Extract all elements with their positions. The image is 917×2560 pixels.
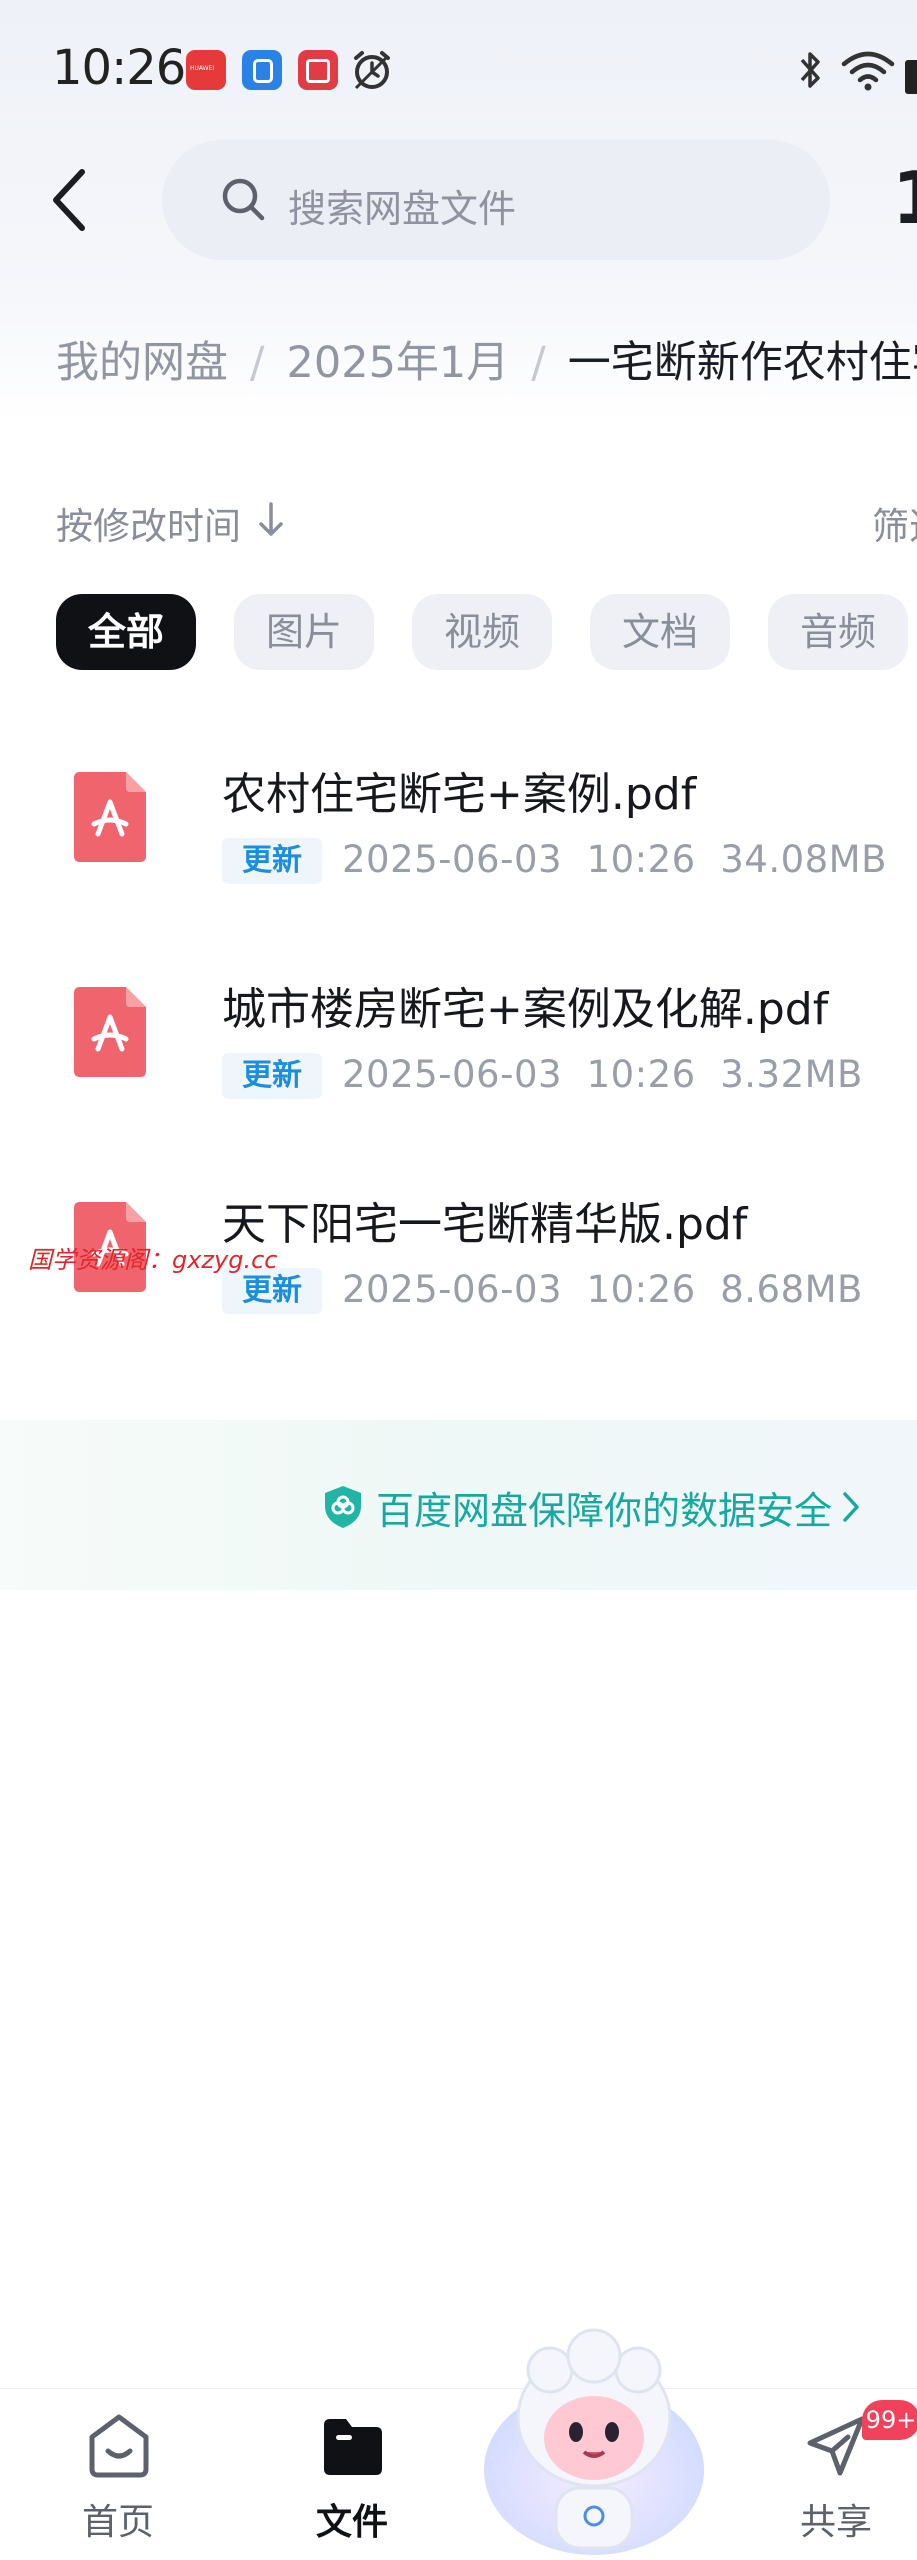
red-app-icon [298, 50, 338, 90]
file-browser-screen: 10:26 HUAWEI 搜索网盘文件 1 我 [0, 0, 917, 2560]
nav-label: 首页 [81, 2502, 154, 2543]
pdf-icon [74, 772, 146, 862]
mascot-assistant-button[interactable] [478, 2320, 710, 2560]
back-button[interactable] [42, 160, 102, 240]
breadcrumb-folder[interactable]: 2025年1月 [287, 338, 510, 388]
bottom-nav: 首页 文件 共享 [0, 2388, 917, 2560]
file-date: 2025-06-03 [342, 838, 563, 881]
filter-button[interactable]: 筛选 [872, 496, 917, 550]
file-row[interactable]: 城市楼房断宅+案例及化解.pdf 更新 2025-06-03 10:26 3.3… [0, 947, 917, 1147]
signal-icon [905, 60, 917, 94]
file-meta: 2025-06-03 10:26 3.32MB [342, 1053, 863, 1096]
folder-icon [324, 2419, 382, 2475]
blue-app-icon [242, 50, 282, 90]
search-box[interactable]: 搜索网盘文件 [162, 140, 830, 260]
nav-files[interactable]: 文件 [272, 2389, 432, 2560]
arrow-down-icon [259, 502, 283, 536]
file-row[interactable]: 农村住宅断宅+案例.pdf 更新 2025-06-03 10:26 34.08M… [0, 732, 917, 932]
search-icon [222, 178, 265, 221]
notification-badge: 99+ [862, 2400, 917, 2440]
chip-videos[interactable]: 视频 [412, 594, 552, 670]
wifi-icon [841, 51, 895, 91]
breadcrumb: 我的网盘 / 2025年1月 / 一宅断新作农村住宅 [56, 328, 917, 388]
nav-label: 文件 [315, 2502, 388, 2543]
update-badge: 更新 [222, 838, 322, 884]
breadcrumb-root[interactable]: 我的网盘 [56, 338, 228, 388]
chip-audio[interactable]: 音频 [768, 594, 908, 670]
breadcrumb-separator: / [250, 338, 265, 388]
file-name: 天下阳宅一宅断精华版.pdf [222, 1199, 748, 1250]
file-name: 农村住宅断宅+案例.pdf [222, 769, 697, 820]
file-size: 8.68MB [720, 1268, 863, 1311]
security-text: 百度网盘保障你的数据安全 [376, 1489, 833, 1533]
header-right-button[interactable]: 1 [892, 156, 917, 240]
breadcrumb-separator: / [531, 338, 546, 388]
status-time: 10:26 [52, 40, 186, 96]
file-meta: 2025-06-03 10:26 8.68MB [342, 1268, 863, 1311]
breadcrumb-current: 一宅断新作农村住宅 [567, 338, 917, 388]
watermark-text: 国学资源阁：gxzyg.cc [28, 1246, 278, 1274]
file-size: 3.32MB [720, 1053, 863, 1096]
file-time: 10:26 [586, 1053, 696, 1096]
file-meta: 2025-06-03 10:26 34.08MB [342, 838, 887, 881]
home-icon [89, 2414, 149, 2478]
file-date: 2025-06-03 [342, 1053, 563, 1096]
file-date: 2025-06-03 [342, 1268, 563, 1311]
nav-label: 共享 [799, 2502, 872, 2543]
pdf-icon [74, 987, 146, 1077]
status-bar: 10:26 HUAWEI [0, 0, 917, 140]
huawei-label: HUAWEI [190, 65, 215, 72]
sort-button[interactable]: 按修改时间 [56, 496, 241, 550]
file-time: 10:26 [586, 1268, 696, 1311]
update-badge: 更新 [222, 1053, 322, 1099]
shield-icon [325, 1486, 361, 1528]
chip-images[interactable]: 图片 [234, 594, 374, 670]
search-placeholder: 搜索网盘文件 [288, 187, 517, 231]
nav-home[interactable]: 首页 [38, 2389, 198, 2560]
huawei-icon: HUAWEI [186, 50, 226, 90]
alarm-icon [354, 51, 390, 90]
chip-all[interactable]: 全部 [56, 594, 196, 670]
file-size: 34.08MB [720, 838, 887, 881]
chip-documents[interactable]: 文档 [590, 594, 730, 670]
file-time: 10:26 [586, 838, 696, 881]
bluetooth-icon [800, 52, 820, 88]
security-banner[interactable]: 百度网盘保障你的数据安全 [0, 1420, 917, 1590]
file-name: 城市楼房断宅+案例及化解.pdf [222, 984, 829, 1035]
chevron-right-icon [843, 1492, 859, 1522]
